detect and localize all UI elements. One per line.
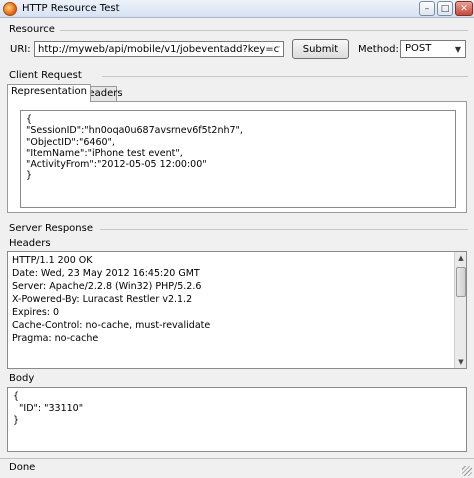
resource-section-label: Resource <box>9 24 55 35</box>
maximize-icon: □ <box>440 3 450 14</box>
response-header-line: Server: Apache/2.2.8 (Win32) PHP/5.2.6 <box>12 281 202 292</box>
response-headers-label: Headers <box>9 238 51 249</box>
representation-line: "ActivityFrom":"2012-05-05 12:00:00" <box>26 159 207 171</box>
submit-button[interactable]: Submit <box>292 39 349 59</box>
close-icon: ✕ <box>460 3 468 14</box>
response-header-line: HTTP/1.1 200 OK <box>12 255 93 266</box>
representation-line: { <box>26 114 33 125</box>
tab-representation[interactable]: Representation <box>7 84 91 102</box>
scroll-up-icon[interactable]: ▲ <box>455 252 466 264</box>
maximize-button[interactable]: □ <box>437 1 453 16</box>
status-text: Done <box>9 462 36 473</box>
uri-label: URI: <box>10 44 31 55</box>
response-body-line: { <box>13 391 20 402</box>
response-headers-textarea[interactable]: HTTP/1.1 200 OK Date: Wed, 23 May 2012 1… <box>7 251 467 369</box>
response-header-line: Date: Wed, 23 May 2012 16:45:20 GMT <box>12 268 200 279</box>
method-label: Method: <box>358 44 399 55</box>
response-header-line: Expires: 0 <box>12 307 60 318</box>
firefox-icon <box>3 2 17 16</box>
server-response-divider <box>100 229 468 230</box>
representation-line: } <box>26 170 33 182</box>
representation-panel: { "SessionID":"hn0oqa0u687avsrnev6f5t2nh… <box>7 101 467 213</box>
close-button[interactable]: ✕ <box>455 1 473 16</box>
method-select[interactable]: POST ▼ <box>400 40 466 58</box>
response-body-textarea[interactable]: { "ID": "33110" } <box>7 387 467 452</box>
client-request-divider <box>102 76 468 77</box>
client-request-section-label: Client Request <box>9 70 82 81</box>
resource-divider <box>60 30 468 31</box>
response-header-line: Pragma: no-cache <box>12 333 99 344</box>
headers-scrollbar[interactable]: ▲ ▼ <box>454 252 466 368</box>
server-response-section-label: Server Response <box>9 223 93 234</box>
response-header-line: Cache-Control: no-cache, must-revalidate <box>12 320 211 331</box>
minimize-icon: – <box>424 3 430 14</box>
representation-line: "ObjectID":"6460", <box>26 136 115 148</box>
minimize-button[interactable]: – <box>419 1 435 16</box>
scroll-down-icon[interactable]: ▼ <box>455 356 466 368</box>
response-header-line: X-Powered-By: Luracast Restler v2.1.2 <box>12 294 193 305</box>
response-body-line: "ID": "33110" <box>13 403 84 414</box>
title-bar: HTTP Resource Test – □ ✕ <box>0 0 474 18</box>
window-title: HTTP Resource Test <box>22 3 120 14</box>
resize-grip-icon[interactable] <box>462 466 472 476</box>
response-body-line: } <box>13 415 20 426</box>
method-value: POST <box>405 43 432 54</box>
response-body-label: Body <box>9 373 35 384</box>
representation-textarea[interactable]: { "SessionID":"hn0oqa0u687avsrnev6f5t2nh… <box>20 110 456 208</box>
uri-input[interactable] <box>34 41 284 57</box>
scrollbar-thumb[interactable] <box>456 267 466 297</box>
chevron-down-icon: ▼ <box>454 44 462 54</box>
representation-line: "ItemName":"iPhone test event", <box>26 147 183 159</box>
representation-line: "SessionID":"hn0oqa0u687avsrnev6f5t2nh7"… <box>26 125 243 137</box>
status-bar: Done <box>0 458 474 478</box>
